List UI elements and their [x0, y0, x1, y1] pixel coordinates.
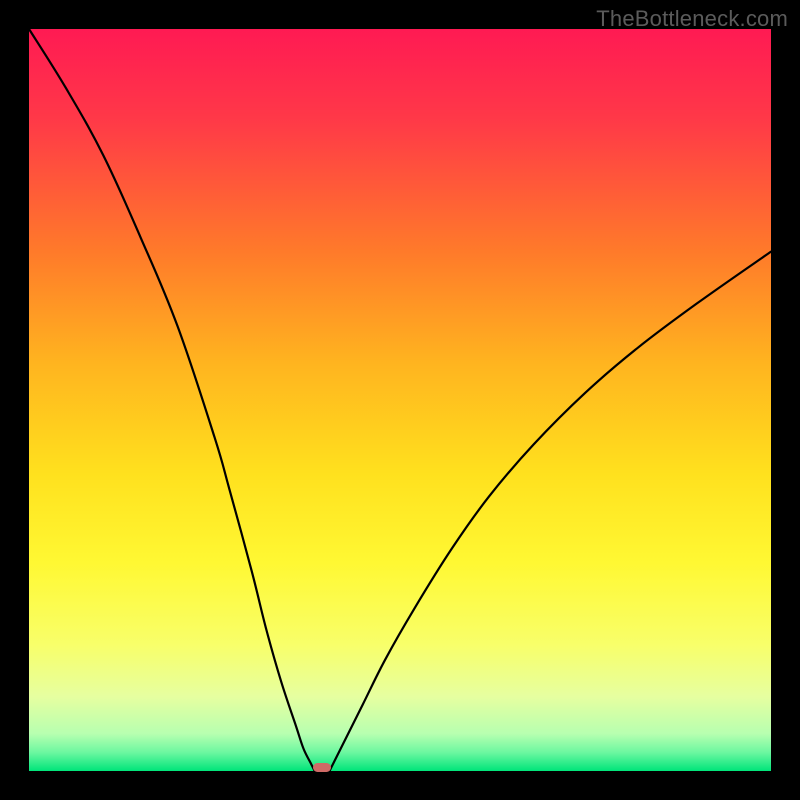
bottleneck-curve [29, 29, 771, 771]
minimum-marker [313, 763, 332, 772]
chart-frame: TheBottleneck.com [0, 0, 800, 800]
plot-area [29, 29, 771, 771]
watermark-text: TheBottleneck.com [596, 6, 788, 32]
